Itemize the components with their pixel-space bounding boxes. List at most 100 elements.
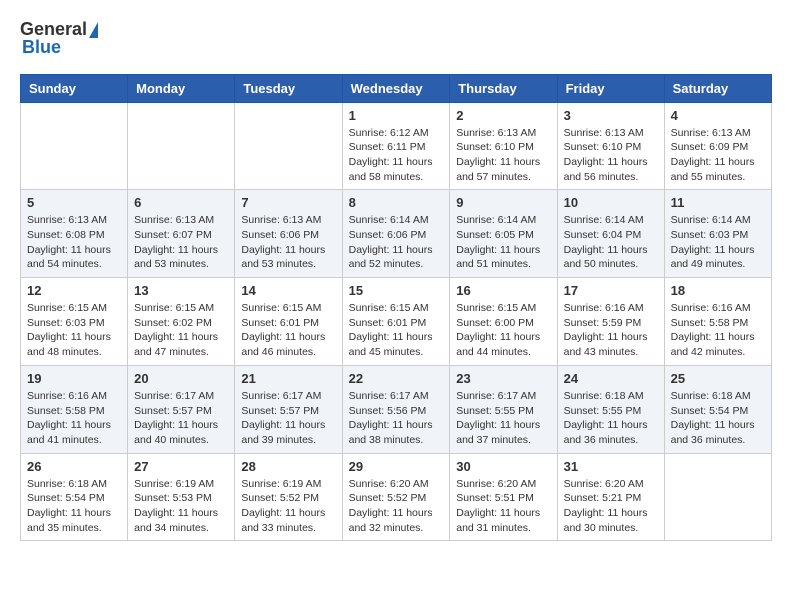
day-number: 13 xyxy=(134,283,228,298)
day-info: Sunrise: 6:14 AM Sunset: 6:04 PM Dayligh… xyxy=(564,213,658,272)
day-info: Sunrise: 6:13 AM Sunset: 6:08 PM Dayligh… xyxy=(27,213,121,272)
week-row-3: 12 Sunrise: 6:15 AM Sunset: 6:03 PM Dayli… xyxy=(21,278,772,366)
day-number: 9 xyxy=(456,195,550,210)
day-number: 19 xyxy=(27,371,121,386)
day-number: 8 xyxy=(349,195,444,210)
day-cell-15: 15Sunrise: 6:15 AM Sunset: 6:01 PM Dayli… xyxy=(342,278,450,366)
day-info: Sunrise: 6:18 AM Sunset: 5:55 PM Dayligh… xyxy=(564,389,658,448)
day-number: 20 xyxy=(134,371,228,386)
day-number: 30 xyxy=(456,459,550,474)
day-info: Sunrise: 6:15 AM Sunset: 6:03 PM Dayligh… xyxy=(27,301,121,360)
day-info: Sunrise: 6:15 AM Sunset: 6:01 PM Dayligh… xyxy=(349,301,444,360)
day-info: Sunrise: 6:16 AM Sunset: 5:58 PM Dayligh… xyxy=(671,301,765,360)
weekday-header-monday: Monday xyxy=(128,74,235,102)
day-number: 27 xyxy=(134,459,228,474)
day-info: Sunrise: 6:17 AM Sunset: 5:56 PM Dayligh… xyxy=(349,389,444,448)
weekday-header-tuesday: Tuesday xyxy=(235,74,342,102)
day-info: Sunrise: 6:19 AM Sunset: 5:53 PM Dayligh… xyxy=(134,477,228,536)
day-cell-17: 17Sunrise: 6:16 AM Sunset: 5:59 PM Dayli… xyxy=(557,278,664,366)
day-cell-23: 23Sunrise: 6:17 AM Sunset: 5:55 PM Dayli… xyxy=(450,365,557,453)
day-cell-13: 13 Sunrise: 6:15 AM Sunset: 6:02 PM Dayli… xyxy=(128,278,235,366)
day-cell-26: 26Sunrise: 6:18 AM Sunset: 5:54 PM Dayli… xyxy=(21,453,128,541)
day-info: Sunrise: 6:16 AM Sunset: 5:58 PM Dayligh… xyxy=(27,389,121,448)
day-number: 29 xyxy=(349,459,444,474)
day-number: 3 xyxy=(564,108,658,123)
day-cell-16: 16 Sunrise: 6:15 AM Sunset: 6:00 PM Dayli… xyxy=(450,278,557,366)
day-cell-29: 29 Sunrise: 6:20 AM Sunset: 5:52 PM Dayli… xyxy=(342,453,450,541)
day-info: Sunrise: 6:20 AM Sunset: 5:52 PM Dayligh… xyxy=(349,477,444,536)
day-cell-28: 28 Sunrise: 6:19 AM Sunset: 5:52 PM Dayli… xyxy=(235,453,342,541)
day-cell-8: 8 Sunrise: 6:14 AM Sunset: 6:06 PM Daylig… xyxy=(342,190,450,278)
week-row-5: 26Sunrise: 6:18 AM Sunset: 5:54 PM Dayli… xyxy=(21,453,772,541)
day-cell-24: 24 Sunrise: 6:18 AM Sunset: 5:55 PM Dayli… xyxy=(557,365,664,453)
logo-blue: Blue xyxy=(20,38,98,58)
day-cell-7: 7 Sunrise: 6:13 AM Sunset: 6:06 PM Daylig… xyxy=(235,190,342,278)
day-number: 25 xyxy=(671,371,765,386)
day-cell-10: 10Sunrise: 6:14 AM Sunset: 6:04 PM Dayli… xyxy=(557,190,664,278)
day-cell-31: 31 Sunrise: 6:20 AM Sunset: 5:21 PM Dayli… xyxy=(557,453,664,541)
day-cell-9: 9Sunrise: 6:14 AM Sunset: 6:05 PM Daylig… xyxy=(450,190,557,278)
day-info: Sunrise: 6:18 AM Sunset: 5:54 PM Dayligh… xyxy=(27,477,121,536)
day-cell-4: 4 Sunrise: 6:13 AM Sunset: 6:09 PM Daylig… xyxy=(664,102,771,190)
day-cell-21: 21Sunrise: 6:17 AM Sunset: 5:57 PM Dayli… xyxy=(235,365,342,453)
empty-cell xyxy=(21,102,128,190)
week-row-2: 5 Sunrise: 6:13 AM Sunset: 6:08 PM Daylig… xyxy=(21,190,772,278)
day-info: Sunrise: 6:20 AM Sunset: 5:21 PM Dayligh… xyxy=(564,477,658,536)
day-info: Sunrise: 6:12 AM Sunset: 6:11 PM Dayligh… xyxy=(349,126,444,185)
day-number: 24 xyxy=(564,371,658,386)
weekday-header-friday: Friday xyxy=(557,74,664,102)
day-info: Sunrise: 6:13 AM Sunset: 6:09 PM Dayligh… xyxy=(671,126,765,185)
weekday-header-sunday: Sunday xyxy=(21,74,128,102)
day-number: 14 xyxy=(241,283,335,298)
day-info: Sunrise: 6:17 AM Sunset: 5:55 PM Dayligh… xyxy=(456,389,550,448)
day-cell-25: 25 Sunrise: 6:18 AM Sunset: 5:54 PM Dayli… xyxy=(664,365,771,453)
day-number: 7 xyxy=(241,195,335,210)
day-cell-22: 22 Sunrise: 6:17 AM Sunset: 5:56 PM Dayli… xyxy=(342,365,450,453)
day-cell-2: 2Sunrise: 6:13 AM Sunset: 6:10 PM Daylig… xyxy=(450,102,557,190)
day-info: Sunrise: 6:13 AM Sunset: 6:06 PM Dayligh… xyxy=(241,213,335,272)
day-info: Sunrise: 6:13 AM Sunset: 6:07 PM Dayligh… xyxy=(134,213,228,272)
day-info: Sunrise: 6:18 AM Sunset: 5:54 PM Dayligh… xyxy=(671,389,765,448)
day-info: Sunrise: 6:15 AM Sunset: 6:00 PM Dayligh… xyxy=(456,301,550,360)
day-number: 22 xyxy=(349,371,444,386)
day-number: 1 xyxy=(349,108,444,123)
weekday-header-wednesday: Wednesday xyxy=(342,74,450,102)
day-number: 31 xyxy=(564,459,658,474)
week-row-1: 1 Sunrise: 6:12 AM Sunset: 6:11 PM Daylig… xyxy=(21,102,772,190)
day-info: Sunrise: 6:17 AM Sunset: 5:57 PM Dayligh… xyxy=(134,389,228,448)
day-cell-5: 5 Sunrise: 6:13 AM Sunset: 6:08 PM Daylig… xyxy=(21,190,128,278)
week-row-4: 19 Sunrise: 6:16 AM Sunset: 5:58 PM Dayli… xyxy=(21,365,772,453)
day-info: Sunrise: 6:14 AM Sunset: 6:03 PM Dayligh… xyxy=(671,213,765,272)
day-cell-27: 27 Sunrise: 6:19 AM Sunset: 5:53 PM Dayli… xyxy=(128,453,235,541)
day-number: 4 xyxy=(671,108,765,123)
day-info: Sunrise: 6:15 AM Sunset: 6:02 PM Dayligh… xyxy=(134,301,228,360)
day-info: Sunrise: 6:19 AM Sunset: 5:52 PM Dayligh… xyxy=(241,477,335,536)
day-cell-18: 18Sunrise: 6:16 AM Sunset: 5:58 PM Dayli… xyxy=(664,278,771,366)
empty-cell xyxy=(235,102,342,190)
day-number: 5 xyxy=(27,195,121,210)
day-cell-6: 6 Sunrise: 6:13 AM Sunset: 6:07 PM Daylig… xyxy=(128,190,235,278)
day-number: 16 xyxy=(456,283,550,298)
weekday-header-row: SundayMondayTuesdayWednesdayThursdayFrid… xyxy=(21,74,772,102)
day-cell-20: 20 Sunrise: 6:17 AM Sunset: 5:57 PM Dayli… xyxy=(128,365,235,453)
empty-cell xyxy=(128,102,235,190)
day-info: Sunrise: 6:20 AM Sunset: 5:51 PM Dayligh… xyxy=(456,477,550,536)
day-number: 28 xyxy=(241,459,335,474)
day-number: 11 xyxy=(671,195,765,210)
day-cell-11: 11 Sunrise: 6:14 AM Sunset: 6:03 PM Dayli… xyxy=(664,190,771,278)
day-info: Sunrise: 6:14 AM Sunset: 6:06 PM Dayligh… xyxy=(349,213,444,272)
day-number: 12 xyxy=(27,283,121,298)
calendar-table: SundayMondayTuesdayWednesdayThursdayFrid… xyxy=(20,74,772,542)
day-cell-19: 19 Sunrise: 6:16 AM Sunset: 5:58 PM Dayli… xyxy=(21,365,128,453)
day-cell-12: 12 Sunrise: 6:15 AM Sunset: 6:03 PM Dayli… xyxy=(21,278,128,366)
logo: General Blue xyxy=(20,20,98,58)
day-number: 6 xyxy=(134,195,228,210)
weekday-header-thursday: Thursday xyxy=(450,74,557,102)
day-cell-30: 30 Sunrise: 6:20 AM Sunset: 5:51 PM Dayli… xyxy=(450,453,557,541)
day-info: Sunrise: 6:16 AM Sunset: 5:59 PM Dayligh… xyxy=(564,301,658,360)
weekday-header-saturday: Saturday xyxy=(664,74,771,102)
day-cell-14: 14 Sunrise: 6:15 AM Sunset: 6:01 PM Dayli… xyxy=(235,278,342,366)
day-cell-1: 1 Sunrise: 6:12 AM Sunset: 6:11 PM Daylig… xyxy=(342,102,450,190)
day-info: Sunrise: 6:17 AM Sunset: 5:57 PM Dayligh… xyxy=(241,389,335,448)
day-info: Sunrise: 6:15 AM Sunset: 6:01 PM Dayligh… xyxy=(241,301,335,360)
